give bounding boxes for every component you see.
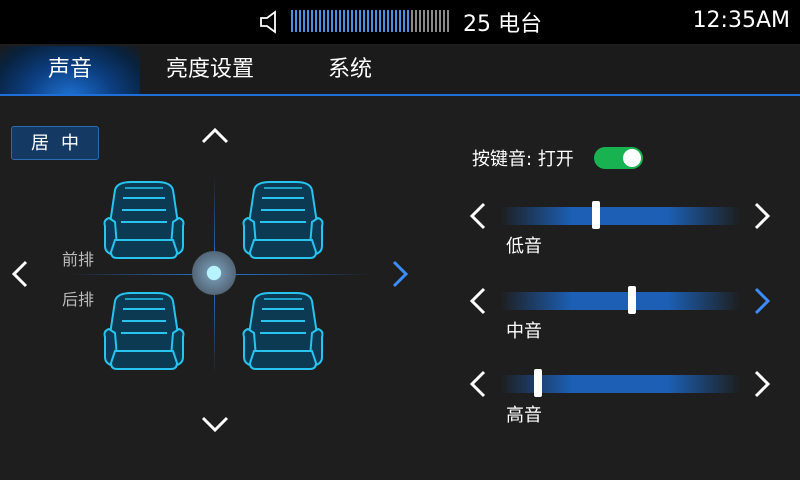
volume-bar-segment [407,10,409,32]
bass-label: 低音 [506,236,542,257]
front-row-label: 前排 [62,250,95,269]
bass-decrease-icon[interactable] [468,201,488,231]
volume-bar-segment [331,10,333,32]
volume-bar-segment [335,10,337,32]
key-sound-label: 按键音: 打开 [472,149,574,170]
volume-bar-segment [423,10,425,32]
volume-bar-segment [347,10,349,32]
seat-front-left-icon [103,181,185,259]
mid-slider-thumb[interactable] [628,286,636,314]
volume-bar-segment [379,10,381,32]
volume-bar-segment [343,10,345,32]
volume-bar-segment [323,10,325,32]
volume-bar-segment [315,10,317,32]
bass-slider-thumb[interactable] [592,201,600,229]
volume-bar-segment [371,10,373,32]
volume-bar-segment [403,10,405,32]
mid-increase-icon[interactable] [752,286,772,316]
volume-bar-segment [427,10,429,32]
volume-bar-segment [351,10,353,32]
mid-decrease-icon[interactable] [468,286,488,316]
key-sound-toggle[interactable] [594,147,643,169]
volume-bar-segment [443,10,445,32]
volume-level-bar[interactable] [291,10,449,32]
mid-slider-track[interactable] [500,292,740,310]
clock: 12:35AM [692,8,790,33]
treble-label: 高音 [506,405,542,426]
volume-bar-segment [367,10,369,32]
rear-row-label: 后排 [62,290,95,309]
volume-bar-segment [439,10,441,32]
volume-bar-segment [419,10,421,32]
volume-bar-segment [303,10,305,32]
volume-bar-segment [411,10,413,32]
volume-bar-segment [395,10,397,32]
balance-left-icon[interactable] [10,259,30,289]
volume-bar-segment [299,10,301,32]
volume-bar-segment [355,10,357,32]
volume-bar-segment [391,10,393,32]
treble-increase-icon[interactable] [752,369,772,399]
status-bar: 25 电台 12:35AM [0,0,800,44]
volume-bar-segment [307,10,309,32]
treble-decrease-icon[interactable] [468,369,488,399]
seat-rear-left-icon [103,292,185,370]
tab-system[interactable]: 系统 [300,46,400,94]
volume-bar-segment [375,10,377,32]
volume-bar-segment [431,10,433,32]
tab-sound[interactable]: 声音 [0,46,140,94]
volume-bar-segment [311,10,313,32]
volume-bar-segment [359,10,361,32]
bass-increase-icon[interactable] [752,201,772,231]
mid-label: 中音 [506,321,542,342]
tab-bar: 声音 亮度设置 系统 [0,46,800,96]
seat-rear-right-icon [242,292,324,370]
balance-right-icon[interactable] [390,259,410,289]
tab-brightness[interactable]: 亮度设置 [150,46,270,94]
volume-bar-segment [399,10,401,32]
volume-bar-segment [295,10,297,32]
volume-bar-segment [319,10,321,32]
speaker-icon[interactable] [258,9,284,35]
volume-bar-segment [415,10,417,32]
seat-front-right-icon [242,181,324,259]
volume-bar-segment [339,10,341,32]
center-balance-button[interactable]: 居中 [11,126,99,160]
balance-knob[interactable] [192,251,236,295]
balance-down-icon[interactable] [200,414,230,434]
volume-bar-segment [435,10,437,32]
volume-bar-segment [291,10,293,32]
volume-bar-segment [327,10,329,32]
station-label: 25 电台 [463,12,542,37]
volume-bar-segment [447,10,449,32]
treble-slider-thumb[interactable] [534,369,543,397]
volume-bar-segment [387,10,389,32]
bass-slider-track[interactable] [500,207,740,225]
volume-bar-segment [363,10,365,32]
volume-bar-segment [383,10,385,32]
balance-up-icon[interactable] [200,126,230,146]
